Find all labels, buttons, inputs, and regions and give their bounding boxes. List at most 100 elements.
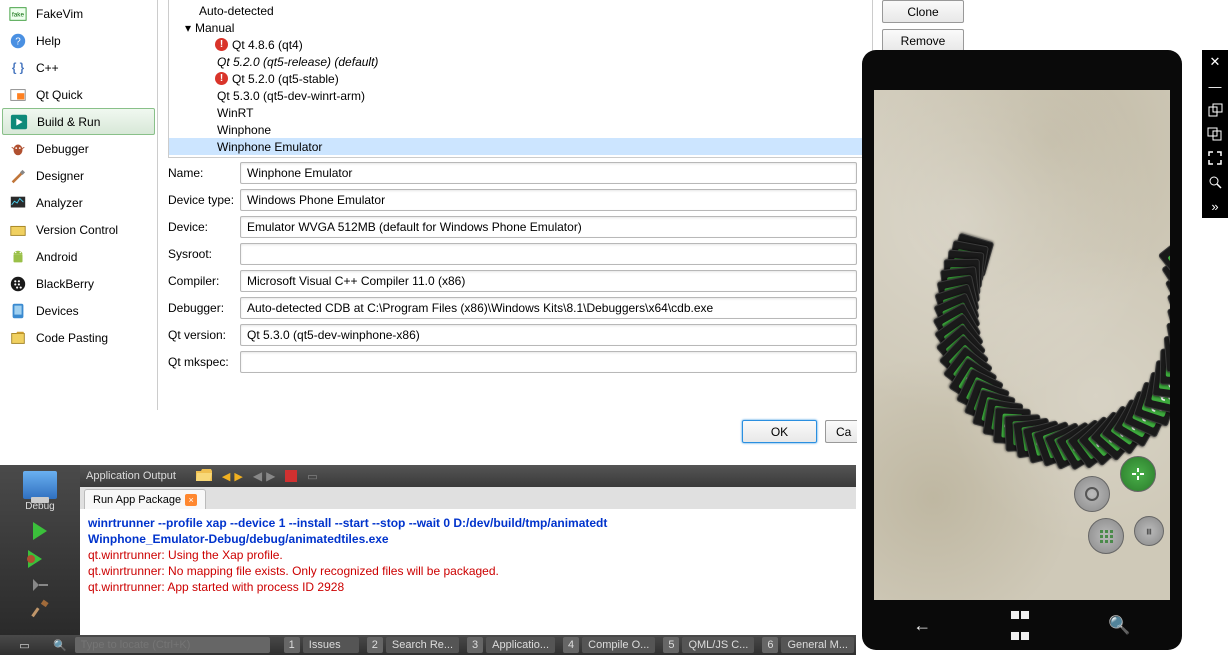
sysroot-input[interactable] <box>240 243 857 265</box>
status-tab[interactable]: 4Compile O... <box>561 635 657 655</box>
tree-node-kit[interactable]: Qt 5.3.0 (qt5-dev-winrt-arm) <box>169 87 872 104</box>
sidebar-item-codepasting[interactable]: Code Pasting <box>0 324 157 351</box>
prev-icon[interactable]: ◀ <box>222 470 230 483</box>
emu-control-button[interactable] <box>1088 518 1124 554</box>
tree-collapse-icon[interactable]: ▾ <box>185 21 195 35</box>
tree-node-kit-selected[interactable]: Winphone Emulator <box>169 138 872 155</box>
sidebar-label: Help <box>36 34 61 48</box>
blackberry-icon <box>8 274 28 294</box>
emu-rotate-left-icon[interactable] <box>1202 98 1228 122</box>
toggle-sidebar-icon[interactable]: ▭ <box>19 639 29 652</box>
close-icon[interactable]: × <box>185 494 197 506</box>
sidebar-label: Build & Run <box>37 115 100 129</box>
sidebar-item-vcs[interactable]: Version Control <box>0 216 157 243</box>
status-tab[interactable]: 3Applicatio... <box>465 635 557 655</box>
qtquick-icon <box>8 85 28 105</box>
emulator-window[interactable]: QtQtQtQtQtQtQtQtQtQtQtQtQtQtQtQtQtQtQtQt… <box>862 50 1182 650</box>
sidebar-item-help[interactable]: ? Help <box>0 27 157 54</box>
tree-node-kit[interactable]: !Qt 4.8.6 (qt4) <box>169 36 872 53</box>
vcs-icon <box>8 220 28 240</box>
output-header: Application Output ◀ ▶ ◀ ▶ ▭ <box>80 465 856 487</box>
debugger-input[interactable] <box>240 297 857 319</box>
sidebar-label: Qt Quick <box>36 88 83 102</box>
mkspec-input[interactable] <box>240 351 857 373</box>
sysroot-label: Sysroot: <box>168 247 240 261</box>
sidebar-item-android[interactable]: Android <box>0 243 157 270</box>
tree-node-kit[interactable]: Winphone <box>169 121 872 138</box>
output-body[interactable]: winrtrunner --profile xap --device 1 --i… <box>80 509 856 637</box>
sidebar-item-debugger[interactable]: Debugger <box>0 135 157 162</box>
sidebar-item-analyzer[interactable]: Analyzer <box>0 189 157 216</box>
output-tabs: Run App Package× <box>80 487 856 509</box>
tree-node-manual[interactable]: ▾Manual <box>169 19 872 36</box>
run-button[interactable] <box>33 522 47 540</box>
kit-tree[interactable]: Auto-detected ▾Manual !Qt 4.8.6 (qt4) Qt… <box>168 0 873 158</box>
rerun-prev-icon[interactable]: ◀ <box>253 469 262 483</box>
tree-node-autodetected[interactable]: Auto-detected <box>169 2 872 19</box>
clear-icon[interactable]: ▭ <box>307 470 317 483</box>
sidebar-item-devices[interactable]: Devices <box>0 297 157 324</box>
status-tab[interactable]: 6General M... <box>760 635 856 655</box>
emu-back-button[interactable]: ← <box>913 615 931 636</box>
status-tab[interactable]: 1Issues <box>282 635 361 655</box>
emu-rotate-right-icon[interactable] <box>1202 122 1228 146</box>
emu-close-icon[interactable]: ✕ <box>1202 50 1228 74</box>
locator-input[interactable] <box>75 637 270 653</box>
tree-node-kit-default[interactable]: Qt 5.2.0 (qt5-release) (default) <box>169 53 872 70</box>
deploy-button[interactable] <box>0 576 80 599</box>
emulator-screen[interactable]: QtQtQtQtQtQtQtQtQtQtQtQtQtQtQtQtQtQtQtQt… <box>874 90 1170 600</box>
rerun-next-icon[interactable]: ▶ <box>266 469 275 483</box>
sidebar-item-designer[interactable]: Designer <box>0 162 157 189</box>
sidebar-label: FakeVim <box>36 7 83 21</box>
output-line: qt.winrtrunner: No mapping file exists. … <box>88 563 848 579</box>
output-panel: Debug Application Output ◀ ▶ ◀ ▶ ▭ Run A… <box>0 465 856 637</box>
cancel-button[interactable]: Ca <box>825 420 857 443</box>
sidebar-item-fakevim[interactable]: fakeFakeVim <box>0 0 157 27</box>
sidebar-label: Android <box>36 250 77 264</box>
sidebar-item-buildrun[interactable]: Build & Run <box>2 108 155 135</box>
help-icon: ? <box>8 31 28 51</box>
emu-control-button[interactable] <box>1074 476 1110 512</box>
cpp-icon: { } <box>8 58 28 78</box>
name-input[interactable] <box>240 162 857 184</box>
emu-search-button[interactable]: 🔍 <box>1108 615 1130 636</box>
output-tab[interactable]: Run App Package× <box>84 489 206 509</box>
sidebar-item-qtquick[interactable]: Qt Quick <box>0 81 157 108</box>
mkspec-label: Qt mkspec: <box>168 355 240 369</box>
sidebar-item-cpp[interactable]: { } C++ <box>0 54 157 81</box>
mode-debug-icon[interactable] <box>23 471 57 499</box>
search-icon: 🔍 <box>53 639 67 652</box>
stop-icon[interactable] <box>285 470 297 482</box>
compiler-input[interactable] <box>240 270 857 292</box>
error-icon: ! <box>215 72 228 85</box>
emu-start-button[interactable] <box>1010 604 1030 646</box>
sidebar-label: C++ <box>36 61 59 75</box>
folder-icon[interactable] <box>196 468 212 485</box>
next-icon[interactable]: ▶ <box>234 470 242 483</box>
sidebar-item-blackberry[interactable]: BlackBerry <box>0 270 157 297</box>
tree-node-kit[interactable]: WinRT <box>169 104 872 121</box>
remove-button[interactable]: Remove <box>882 29 964 52</box>
qtversion-input[interactable] <box>240 324 857 346</box>
emu-control-button[interactable]: ⏸ <box>1134 516 1164 546</box>
name-label: Name: <box>168 166 240 180</box>
dialog-buttons: OK Ca <box>168 420 857 443</box>
output-line: winrtrunner --profile xap --device 1 --i… <box>88 515 848 531</box>
emu-zoom-icon[interactable] <box>1202 170 1228 194</box>
device-label: Device: <box>168 220 240 234</box>
emu-minimize-icon[interactable]: — <box>1202 74 1228 98</box>
tree-node-kit[interactable]: !Qt 5.2.0 (qt5-stable) <box>169 70 872 87</box>
build-button[interactable] <box>0 599 80 624</box>
devicetype-input[interactable] <box>240 189 857 211</box>
device-input[interactable] <box>240 216 857 238</box>
status-tab[interactable]: 2Search Re... <box>365 635 461 655</box>
emu-control-button[interactable] <box>1120 456 1156 492</box>
svg-text:{ }: { } <box>12 61 25 74</box>
emu-more-icon[interactable]: » <box>1202 194 1228 218</box>
clone-button[interactable]: Clone <box>882 0 964 23</box>
sidebar-label: Designer <box>36 169 84 183</box>
status-tab[interactable]: 5QML/JS C... <box>661 635 756 655</box>
emu-fit-icon[interactable] <box>1202 146 1228 170</box>
ok-button[interactable]: OK <box>742 420 817 443</box>
output-line: qt.winrtrunner: App started with process… <box>88 579 848 595</box>
